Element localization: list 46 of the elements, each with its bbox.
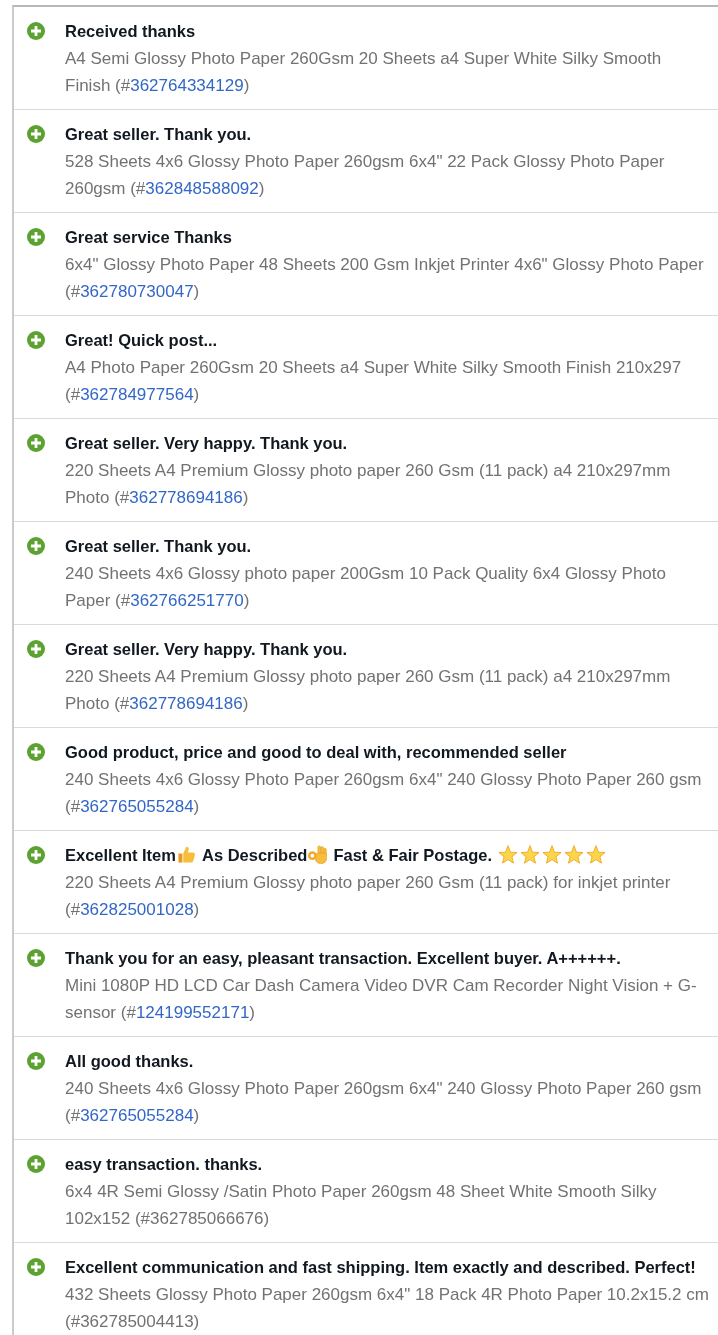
item-number-link[interactable]: 362765055284 <box>80 1106 194 1125</box>
star-icon <box>564 845 585 864</box>
item-number-link[interactable]: 362784977564 <box>80 385 194 404</box>
feedback-comment: Great seller. Very happy. Thank you. <box>65 640 348 658</box>
item-number-link[interactable]: 362765055284 <box>80 797 194 816</box>
item-number-link[interactable]: 362766251770 <box>130 591 244 610</box>
feedback-comment: Great service Thanks <box>65 228 232 246</box>
feedback-comment: easy transaction. thanks. <box>65 1155 263 1173</box>
item-description: 240 Sheets 4x6 Glossy photo paper 200Gsm 10 Pack Quality 6x4 Glossy Photo Paper (#362766251770) <box>65 563 667 612</box>
item-number-link[interactable]: 362848588092 <box>145 179 259 198</box>
item-number-link[interactable]: 124199552171 <box>135 1003 250 1022</box>
item-description: 220 Sheets A4 Premium Glossy photo paper 260 Gsm (11 pack) a4 210x297mm Photo (#362778694186) <box>65 460 672 509</box>
star-icon <box>542 845 563 864</box>
feedback-comment: Received thanks <box>65 22 196 40</box>
feedback-comment: Thank you for an easy, pleasant transaction. Excellent buyer. A++++++. <box>65 949 621 967</box>
star-icon <box>586 845 607 864</box>
item-description: A4 Photo Paper 260Gsm 20 Sheets a4 Super White Silky Smooth Finish 210x297 (#362784977564) <box>65 357 683 406</box>
item-description: 432 Sheets Glossy Photo Paper 260gsm 6x4" 18 Pack 4R Photo Paper 10.2x15.2 cm (#362785004413) <box>65 1284 710 1333</box>
item-number-link[interactable]: 362778694186 <box>129 694 243 713</box>
ok-hand-icon <box>308 845 328 864</box>
item-number-link[interactable]: 362778694186 <box>129 488 243 507</box>
feedback-comment: Good product, price and good to deal with, recommended seller <box>65 743 567 761</box>
item-description: 220 Sheets A4 Premium Glossy photo paper 260 Gsm (11 pack) for inkjet printer (#362825001028) <box>65 872 672 921</box>
feedback-comment: All good thanks. <box>65 1052 194 1070</box>
item-description: 220 Sheets A4 Premium Glossy photo paper 260 Gsm (11 pack) a4 210x297mm Photo (#362778694186) <box>65 666 672 715</box>
item-number-link[interactable]: 362825001028 <box>80 900 194 919</box>
feedback-comment: Great seller. Thank you. <box>65 125 252 143</box>
thumbs-up-icon <box>176 845 196 864</box>
item-description: A4 Semi Glossy Photo Paper 260Gsm 20 Sheets a4 Super White Silky Smooth Finish (#362764334129) <box>65 48 663 97</box>
feedback-comment: Great! Quick post... <box>65 331 218 349</box>
item-description: 6x4" Glossy Photo Paper 48 Sheets 200 Gsm Inkjet Printer 4x6" Glossy Photo Paper (#362780730047) <box>65 254 705 303</box>
star-icon <box>520 845 541 864</box>
item-description: 240 Sheets 4x6 Glossy Photo Paper 260gsm 6x4" 240 Glossy Photo Paper 260 gsm (#362765055284) <box>65 1078 703 1127</box>
feedback-comment: Great seller. Thank you. <box>65 537 252 555</box>
feedback-comment: Excellent Item <box>65 846 176 864</box>
star-icon <box>498 845 519 864</box>
feedback-comment: Fast & Fair Postage. <box>333 846 493 864</box>
feedback-comment: As Described <box>201 846 308 864</box>
item-description: Mini 1080P HD LCD Car Dash Camera Video DVR Cam Recorder Night Vision + G-sensor (#124199552171) <box>65 975 698 1024</box>
feedback-comment: Excellent communication and fast shipping. Item exactly and described. Perfect! <box>65 1258 696 1276</box>
item-number-link[interactable]: 362764334129 <box>130 76 244 95</box>
item-number-link[interactable]: 362780730047 <box>80 282 194 301</box>
item-description: 528 Sheets 4x6 Glossy Photo Paper 260gsm 6x4" 22 Pack Glossy Photo Paper 260gsm (#362848588092) <box>65 151 666 200</box>
item-description: 240 Sheets 4x6 Glossy Photo Paper 260gsm 6x4" 240 Glossy Photo Paper 260 gsm (#362765055284) <box>65 769 703 818</box>
item-description: 6x4 4R Semi Glossy /Satin Photo Paper 260gsm 48 Sheet White Smooth Silky 102x152 (#362785066676) <box>65 1181 658 1230</box>
feedback-comment: Great seller. Very happy. Thank you. <box>65 434 348 452</box>
